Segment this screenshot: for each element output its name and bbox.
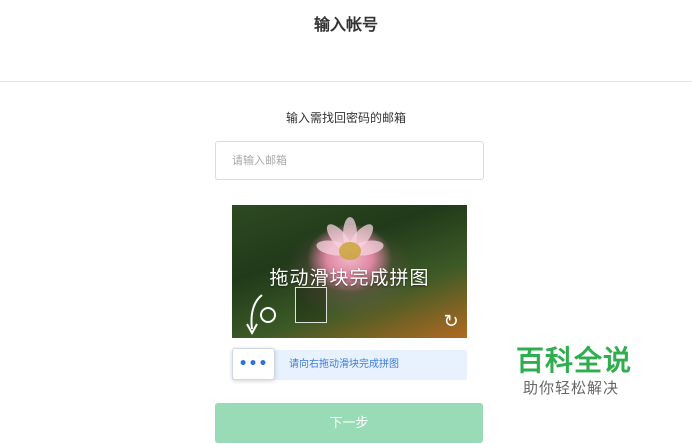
page-header: 输入帐号 [0, 0, 692, 82]
drag-hint-icon [246, 294, 276, 336]
refresh-icon[interactable]: ↻ [441, 312, 461, 332]
instruction-text: 输入需找回密码的邮箱 [285, 111, 406, 125]
puzzle-slot [295, 287, 327, 323]
watermark-brand: 百科全说 [516, 344, 633, 377]
watermark-logo: 百科全说 助你轻松解决 [507, 335, 652, 410]
slider-handle[interactable]: ••• [232, 348, 275, 380]
next-button[interactable]: 下一步 [215, 403, 483, 443]
slider-hint-text: 请向右拖动滑块完成拼图 [289, 359, 399, 370]
captcha-overlay-text: 拖动滑块完成拼图 [269, 267, 430, 289]
email-input[interactable] [215, 141, 484, 180]
captcha-image: 拖动滑块完成拼图 ↻ [232, 205, 467, 338]
flower-center [339, 242, 361, 260]
page-title: 输入帐号 [313, 15, 378, 34]
watermark-slogan: 助你轻松解决 [523, 379, 620, 397]
